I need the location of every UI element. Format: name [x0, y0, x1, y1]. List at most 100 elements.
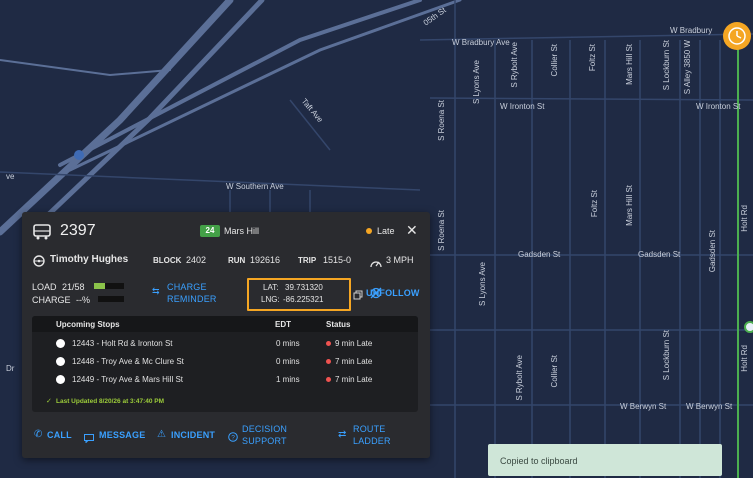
- lat-label: LAT:: [263, 283, 279, 292]
- close-icon[interactable]: ✕: [406, 222, 418, 239]
- street-label: S Alley 3850 W: [683, 40, 692, 95]
- street-label: S Lockburn St: [662, 330, 671, 381]
- street-label: Dr: [6, 364, 15, 373]
- street-label: Collier St: [550, 355, 559, 388]
- status-text: Late: [377, 226, 395, 236]
- stop-status: 9 min Late: [326, 339, 372, 348]
- message-button[interactable]: MESSAGE: [99, 430, 145, 440]
- table-header: Upcoming Stops EDT Status: [32, 316, 418, 332]
- late-dot: [326, 377, 331, 383]
- block-value: 2402: [186, 255, 207, 265]
- stop-status-text: 7 min Late: [335, 357, 373, 366]
- street-label: W Bradbury Ave: [452, 38, 510, 47]
- street-label: S Roena St: [437, 100, 446, 141]
- trip-value: 1515-0: [323, 255, 352, 265]
- street-label: Holt Rd: [740, 205, 749, 232]
- swap-icon: ⇆: [152, 286, 160, 296]
- speed-value: 3 MPH: [386, 255, 414, 265]
- unfollow-button[interactable]: UNFOLLOW: [366, 288, 420, 298]
- status-dot: [366, 228, 372, 234]
- checkmark-icon: ✓: [46, 398, 52, 405]
- route-ladder-button[interactable]: ROUTE LADDER: [353, 423, 403, 447]
- stop-edt: 1 mins: [276, 375, 300, 384]
- clipboard-toast: Copied to clipboard: [488, 444, 722, 476]
- street-label: Foltz St: [588, 44, 597, 72]
- load-value: 21/58: [62, 282, 85, 292]
- stop-status: 7 min Late: [326, 357, 372, 366]
- route-name: Mars Hill: [224, 226, 259, 236]
- load-bar: [94, 283, 124, 289]
- street-label: W Berwyn St: [686, 402, 733, 411]
- street-label: Gadsden St: [518, 250, 561, 259]
- street-label: S Lockburn St: [662, 40, 671, 91]
- speedometer-icon: [370, 255, 382, 273]
- last-updated: Last Updated 8/20/26 at 3:47:40 PM: [56, 398, 165, 405]
- stop-status-text: 9 min Late: [335, 339, 373, 348]
- street-label: ve: [6, 172, 15, 181]
- stop-status-text: 7 min Late: [335, 375, 373, 384]
- vehicle-panel: 2397 24 Mars Hill Late ✕ Timothy Hughes …: [22, 212, 430, 458]
- street-label: W Berwyn St: [620, 402, 667, 411]
- table-row[interactable]: 12449 - Troy Ave & Mars Hill St 1 mins 7…: [32, 371, 418, 389]
- lng-value: -86.225321: [283, 295, 324, 304]
- table-row[interactable]: 12443 - Holt Rd & Ironton St 0 mins 9 mi…: [32, 335, 418, 353]
- stop-radio[interactable]: [56, 375, 65, 384]
- phone-icon: ✆: [34, 429, 43, 440]
- stop-radio[interactable]: [56, 357, 65, 366]
- vehicle-number: 2397: [60, 222, 96, 239]
- street-label: S Lyons Ave: [472, 60, 481, 105]
- run-value: 192616: [250, 255, 281, 265]
- street-label: W Ironton St: [696, 102, 741, 111]
- stop-name: 12448 - Troy Ave & Mc Clure St: [72, 357, 184, 366]
- street-label: Collier St: [550, 44, 559, 77]
- late-dot: [326, 359, 331, 365]
- route-badge: 24: [200, 225, 220, 237]
- street-label: S Rybolt Ave: [515, 355, 524, 401]
- stop-name: 12443 - Holt Rd & Ironton St: [72, 339, 173, 348]
- charge-value: --%: [76, 295, 90, 305]
- street-label: Foltz St: [590, 190, 599, 218]
- message-icon: [84, 430, 94, 448]
- late-dot: [326, 341, 331, 347]
- steering-wheel-icon: [33, 254, 45, 272]
- header-status: Status: [326, 320, 351, 329]
- street-label: W Ironton St: [500, 102, 545, 111]
- charge-label: CHARGE: [32, 295, 71, 305]
- call-button[interactable]: CALL: [47, 430, 72, 440]
- load-label: LOAD: [32, 282, 57, 292]
- street-label: S Rybolt Ave: [510, 42, 519, 88]
- street-label: Mars Hill St: [625, 44, 634, 85]
- header-stops: Upcoming Stops: [56, 320, 120, 329]
- warning-icon: ⚠: [157, 429, 166, 440]
- lng-label: LNG:: [261, 295, 280, 304]
- operator-name: Timothy Hughes: [50, 254, 129, 265]
- street-label: Mars Hill St: [625, 185, 634, 226]
- table-row[interactable]: 12448 - Troy Ave & Mc Clure St 0 mins 7 …: [32, 353, 418, 371]
- svg-text:?: ?: [231, 435, 235, 442]
- stop-status: 7 min Late: [326, 375, 372, 384]
- stop-name: 12449 - Troy Ave & Mars Hill St: [72, 375, 184, 384]
- street-label: Gadsden St: [708, 230, 717, 273]
- street-label: S Roena St: [437, 210, 446, 251]
- charge-reminder-button[interactable]: CHARGE REMINDER: [167, 281, 227, 305]
- street-label: S Lyons Ave: [478, 262, 487, 307]
- street-label: Holt Rd: [740, 345, 749, 372]
- run-label: RUN: [228, 256, 246, 265]
- bus-icon: [32, 224, 52, 245]
- trip-label: TRIP: [298, 256, 317, 265]
- coordinates-box[interactable]: LAT: 39.731320 LNG: -86.225321: [247, 278, 351, 311]
- toast-message: Copied to clipboard: [500, 456, 578, 466]
- upcoming-stops-table: Upcoming Stops EDT Status 12443 - Holt R…: [32, 316, 418, 412]
- incident-button[interactable]: INCIDENT: [171, 430, 215, 440]
- header-edt: EDT: [275, 320, 291, 329]
- block-label: BLOCK: [153, 256, 182, 265]
- stop-edt: 0 mins: [276, 339, 300, 348]
- charge-bar: [98, 296, 124, 302]
- street-label: W Southern Ave: [226, 182, 284, 191]
- route-ladder-icon: ⇄: [338, 429, 347, 440]
- street-label: W Bradbury: [670, 26, 713, 35]
- decision-support-button[interactable]: DECISION SUPPORT: [242, 423, 312, 447]
- stop-radio[interactable]: [56, 339, 65, 348]
- stop-edt: 0 mins: [276, 357, 300, 366]
- street-label: Gadsden St: [638, 250, 681, 259]
